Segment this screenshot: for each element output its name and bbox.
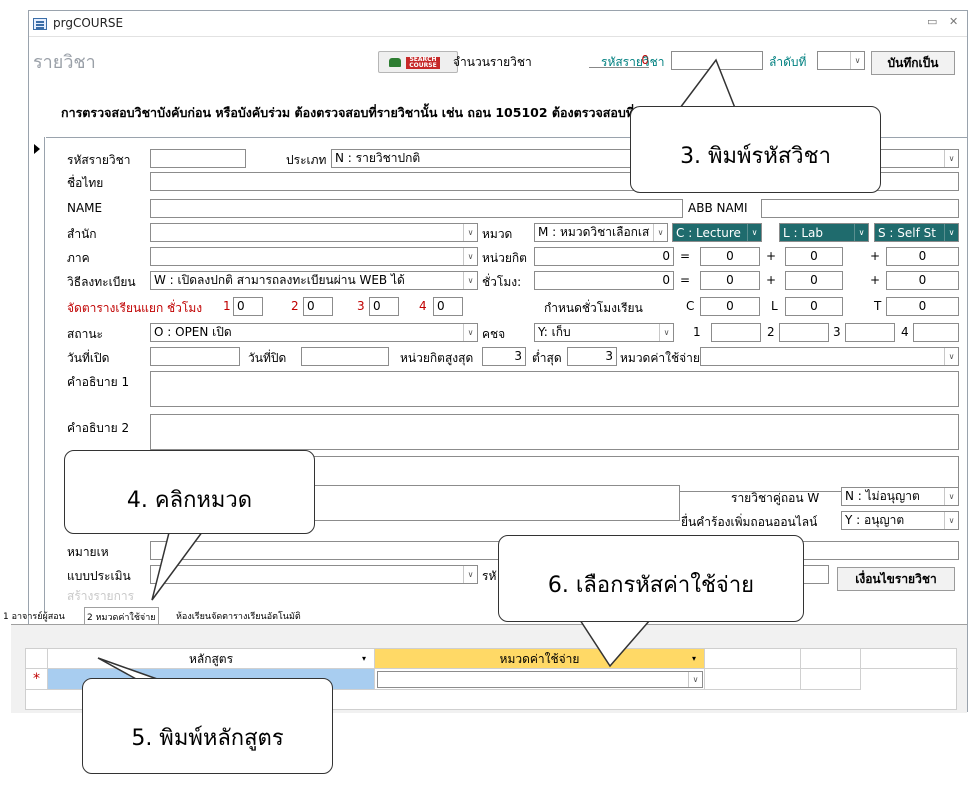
callout-click-category: 4. คลิกหมวด	[64, 450, 315, 534]
callout-type-curriculum: 5. พิมพ์หลักสูตร	[82, 678, 333, 774]
callout-type-course-code: 3. พิมพ์รหัสวิชา	[630, 106, 881, 193]
callout-select-fee-code: 6. เลือกรหัสค่าใช้จ่าย	[498, 535, 804, 622]
